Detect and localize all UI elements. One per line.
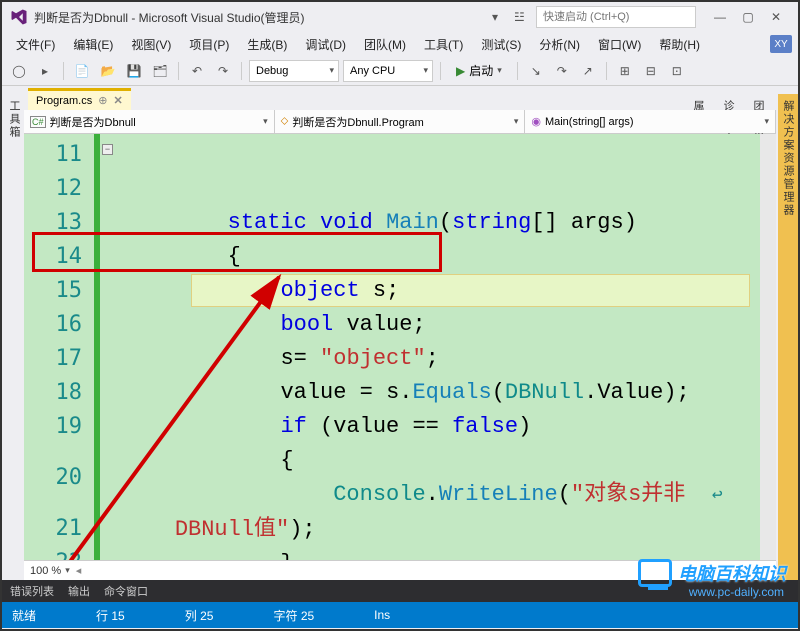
nav-back-button[interactable]: ◯ (8, 60, 30, 82)
command-window-tab[interactable]: 命令窗口 (104, 583, 148, 599)
line-number-gutter: 1112 1314 1516 1718 1920 2122 23 (24, 134, 94, 560)
code-editor[interactable]: 1112 1314 1516 1718 1920 2122 23 − stati… (24, 134, 776, 560)
ext2-button[interactable]: ⊟ (640, 60, 662, 82)
menu-project[interactable]: 项目(P) (181, 33, 237, 56)
start-label: 启动 (469, 62, 493, 79)
nav-bar: C# 判断是否为Dbnull ⬦ 判断是否为Dbnull.Program ◉ M… (24, 110, 776, 134)
menu-edit[interactable]: 编辑(E) (65, 33, 121, 56)
editor-area: Program.cs ⊕ ✕ C# 判断是否为Dbnull ⬦ 判断是否为Dbn… (24, 86, 776, 580)
method-icon: ◉ (531, 115, 541, 128)
zoom-level[interactable]: 100 % (30, 565, 61, 577)
main-area: 工具箱 Program.cs ⊕ ✕ C# 判断是否为Dbnull ⬦ 判断是否… (2, 86, 798, 580)
watermark-url: www.pc-daily.com (689, 585, 784, 599)
file-tab-program[interactable]: Program.cs ⊕ ✕ (28, 88, 131, 110)
status-ready: 就绪 (12, 607, 36, 624)
step-over-button[interactable]: ↷ (551, 60, 573, 82)
file-pinned-icon[interactable]: ⊕ (98, 94, 107, 107)
watermark-title: 电脑百科知识 (678, 564, 786, 584)
file-tab-close-icon[interactable]: ✕ (113, 94, 122, 107)
play-icon: ▶ (456, 64, 465, 78)
window-title: 判断是否为Dbnull - Microsoft Visual Studio(管理… (34, 9, 492, 26)
solution-explorer-tab[interactable]: 解决方案资源管理器 (778, 94, 798, 580)
menu-test[interactable]: 测试(S) (473, 33, 529, 56)
save-button[interactable]: 💾 (123, 60, 145, 82)
window-controls: — ▢ ✕ (706, 6, 790, 28)
watermark: 电脑百科知识 (638, 559, 786, 587)
menu-team[interactable]: 团队(M) (356, 33, 414, 56)
watermark-icon (638, 559, 672, 587)
close-button[interactable]: ✕ (762, 6, 790, 28)
nav-class-dropdown[interactable]: ⬦ 判断是否为Dbnull.Program (275, 110, 526, 133)
ext3-button[interactable]: ⊡ (666, 60, 688, 82)
document-tabs: Program.cs ⊕ ✕ (24, 86, 776, 110)
menu-bar: 文件(F) 编辑(E) 视图(V) 项目(P) 生成(B) 调试(D) 团队(M… (2, 32, 798, 56)
collapse-toggle[interactable]: − (102, 144, 113, 155)
status-ins: Ins (374, 608, 390, 622)
toolbox-tab[interactable]: 工具箱 (4, 94, 24, 580)
hscroll-left-icon[interactable]: ◂ (76, 564, 82, 577)
maximize-button[interactable]: ▢ (734, 6, 762, 28)
ext1-button[interactable]: ⊞ (614, 60, 636, 82)
user-badge[interactable]: XY (770, 35, 792, 53)
menu-analyze[interactable]: 分析(N) (531, 33, 588, 56)
step-into-button[interactable]: ↘ (525, 60, 547, 82)
zoom-dropdown-icon[interactable]: ▾ (65, 565, 70, 576)
open-file-button[interactable]: 📂 (97, 60, 119, 82)
vs-logo-icon (10, 8, 28, 26)
menu-view[interactable]: 视图(V) (123, 33, 179, 56)
quick-launch-input[interactable] (536, 6, 696, 28)
menu-debug[interactable]: 调试(D) (297, 33, 354, 56)
title-bar: 判断是否为Dbnull - Microsoft Visual Studio(管理… (2, 2, 798, 32)
save-all-button[interactable]: 🗂 (149, 60, 171, 82)
vertical-scrollbar[interactable] (760, 134, 776, 560)
menu-tools[interactable]: 工具(T) (416, 33, 471, 56)
redo-button[interactable]: ↷ (212, 60, 234, 82)
nav-fwd-button[interactable]: ▸ (34, 60, 56, 82)
output-tab[interactable]: 输出 (68, 583, 90, 599)
menu-window[interactable]: 窗口(W) (590, 33, 649, 56)
feedback-icon[interactable]: ☳ (514, 10, 528, 24)
undo-button[interactable]: ↶ (186, 60, 208, 82)
notification-icon[interactable]: ▾ (492, 10, 506, 24)
file-tab-label: Program.cs (36, 95, 92, 107)
standard-toolbar: ◯ ▸ 📄 📂 💾 🗂 ↶ ↷ Debug Any CPU ▶ 启动 ▾ ↘ ↷… (2, 56, 798, 86)
right-dock: 解决方案资源管理器 团队资源管理器 诊断工具 属性 (776, 86, 798, 580)
status-char: 字符 25 (273, 607, 314, 624)
nav-project-dropdown[interactable]: C# 判断是否为Dbnull (24, 110, 275, 133)
class-icon: ⬦ (281, 115, 289, 128)
new-file-button[interactable]: 📄 (71, 60, 93, 82)
left-dock: 工具箱 (2, 86, 24, 580)
menu-build[interactable]: 生成(B) (239, 33, 295, 56)
platform-dropdown[interactable]: Any CPU (343, 60, 433, 82)
minimize-button[interactable]: — (706, 6, 734, 28)
nav-member-dropdown[interactable]: ◉ Main(string[] args) (525, 110, 776, 133)
status-line: 行 15 (96, 607, 125, 624)
config-dropdown[interactable]: Debug (249, 60, 339, 82)
menu-help[interactable]: 帮助(H) (651, 33, 708, 56)
status-bar: 就绪 行 15 列 25 字符 25 Ins (2, 602, 798, 628)
step-out-button[interactable]: ↗ (577, 60, 599, 82)
code-content[interactable]: static void Main(string[] args) { object… (116, 134, 760, 560)
status-col: 列 25 (185, 607, 214, 624)
error-list-tab[interactable]: 错误列表 (10, 583, 54, 599)
outline-margin: − (100, 134, 116, 560)
csharp-project-icon: C# (30, 116, 46, 128)
start-debug-button[interactable]: ▶ 启动 ▾ (448, 60, 510, 82)
menu-file[interactable]: 文件(F) (8, 33, 63, 56)
